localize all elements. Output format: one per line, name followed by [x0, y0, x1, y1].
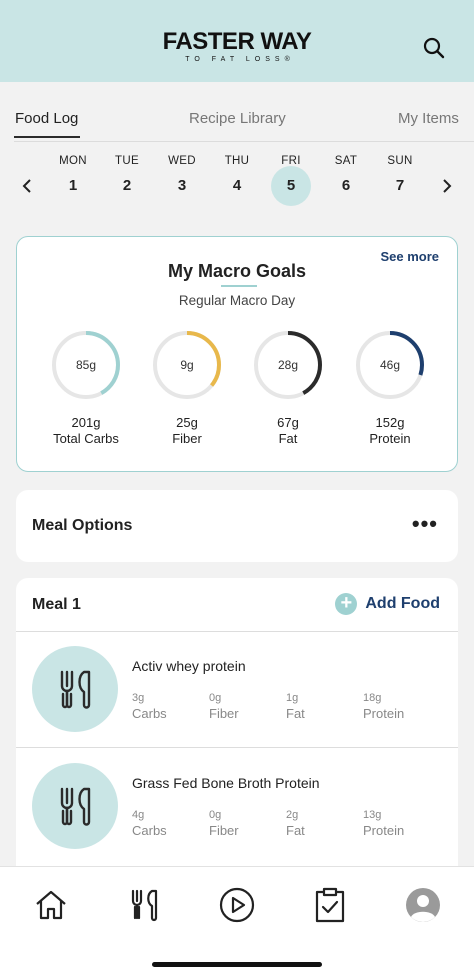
active-tab-indicator — [14, 136, 80, 138]
macro-label: Protein — [369, 431, 411, 446]
nutrient-fat: 2g Fat — [286, 809, 305, 838]
chevron-right-icon[interactable] — [438, 178, 454, 194]
nutrient-protein: 18g Protein — [363, 692, 404, 721]
add-food-button[interactable]: + Add Food — [335, 592, 440, 616]
macro-label: Fiber — [172, 431, 202, 446]
macro-goal: 67g — [277, 415, 299, 430]
nutrient-value: 18g — [363, 692, 382, 704]
progress-ring: 28g — [252, 329, 324, 401]
nutrient-value: 0g — [209, 692, 222, 704]
macro-label: Fat — [278, 431, 298, 446]
day-number: 2 — [122, 177, 132, 194]
bottom-nav — [0, 866, 474, 972]
macro-goals-card: See more My Macro Goals Regular Macro Da… — [16, 236, 458, 472]
nutrient-value: 13g — [363, 809, 382, 821]
meal-options-title: Meal Options — [32, 517, 133, 534]
week-selector: MON 1 TUE 2 WED 3 THU 4 FRI 5 SAT 6 SUN … — [0, 150, 474, 222]
nutrient-value: 3g — [132, 692, 145, 704]
home-indicator — [152, 962, 322, 967]
day-tue[interactable]: TUE 2 — [107, 150, 147, 222]
chevron-left-icon[interactable] — [20, 178, 36, 194]
macro-protein[interactable]: 46g 152g Protein — [353, 329, 427, 447]
tabs-divider — [14, 141, 474, 142]
plus-circle-icon: + — [335, 593, 358, 615]
nutrient-value: 0g — [209, 809, 222, 821]
search-icon[interactable] — [422, 36, 446, 60]
macro-consumed: 28g — [277, 358, 299, 372]
progress-ring: 9g — [151, 329, 223, 401]
day-mon[interactable]: MON 1 — [53, 150, 93, 222]
nutrient-fiber: 0g Fiber — [209, 809, 239, 838]
meal-options-card[interactable]: Meal Options ••• — [16, 490, 458, 562]
progress-ring: 46g — [354, 329, 426, 401]
nutrient-fiber: 0g Fiber — [209, 692, 239, 721]
day-sat[interactable]: SAT 6 — [326, 150, 366, 222]
day-number: 3 — [177, 177, 187, 194]
play-icon[interactable] — [219, 887, 255, 923]
nutrient-label: Carbs — [132, 706, 167, 721]
nutrient-value: 4g — [132, 809, 145, 821]
title-underline — [221, 285, 257, 287]
nutrient-label: Fiber — [209, 823, 239, 838]
macro-day-type: Regular Macro Day — [178, 293, 296, 308]
clipboard-check-icon[interactable] — [312, 887, 348, 923]
macro-goals-title: My Macro Goals — [167, 261, 307, 281]
day-sun[interactable]: SUN 7 — [380, 150, 420, 222]
nutrient-label: Carbs — [132, 823, 167, 838]
fork-knife-icon — [32, 646, 118, 732]
macro-consumed: 85g — [75, 358, 97, 372]
day-number: 7 — [395, 177, 405, 194]
day-number: 4 — [232, 177, 242, 194]
nutrient-label: Fat — [286, 706, 305, 721]
food-item[interactable]: Grass Fed Bone Broth Protein 4g Carbs 0g… — [16, 749, 458, 865]
tab-food-log[interactable]: Food Log — [15, 110, 78, 127]
nutrient-label: Fiber — [209, 706, 239, 721]
food-name: Grass Fed Bone Broth Protein — [132, 775, 320, 791]
day-fri[interactable]: FRI 5 — [271, 150, 311, 222]
faster-way-logo: FASTER WAY TO FAT LOSS® — [0, 28, 474, 64]
nutrient-carbs: 4g Carbs — [132, 809, 167, 838]
progress-ring: 85g — [50, 329, 122, 401]
tab-bar: Food Log Recipe Library My Items — [0, 104, 474, 144]
divider — [16, 747, 458, 748]
macro-consumed: 46g — [379, 358, 401, 372]
nutrient-protein: 13g Protein — [363, 809, 404, 838]
macro-consumed: 9g — [180, 358, 194, 372]
nutrient-fat: 1g Fat — [286, 692, 305, 721]
nutrient-value: 1g — [286, 692, 299, 704]
fork-knife-icon[interactable] — [126, 887, 162, 923]
day-number: 6 — [341, 177, 351, 194]
macro-goal: 25g — [176, 415, 198, 430]
app-header: FASTER WAY TO FAT LOSS® — [0, 0, 474, 82]
macro-fat[interactable]: 28g 67g Fat — [251, 329, 325, 447]
logo-tagline: TO FAT LOSS® — [185, 56, 295, 63]
macro-label: Total Carbs — [53, 431, 119, 446]
meal-card: Meal 1 + Add Food Activ whey protein 3g … — [16, 578, 458, 878]
food-name: Activ whey protein — [132, 658, 246, 674]
day-number-selected: 5 — [271, 166, 311, 206]
tab-my-items[interactable]: My Items — [398, 110, 459, 127]
macro-fiber[interactable]: 9g 25g Fiber — [150, 329, 224, 447]
nutrient-label: Fat — [286, 823, 305, 838]
day-number: 1 — [68, 177, 78, 194]
macro-goal: 152g — [375, 415, 405, 430]
nutrient-carbs: 3g Carbs — [132, 692, 167, 721]
food-item[interactable]: Activ whey protein 3g Carbs 0g Fiber 1g … — [16, 632, 458, 748]
nutrient-value: 2g — [286, 809, 299, 821]
fork-knife-icon — [32, 763, 118, 849]
tab-recipe-library[interactable]: Recipe Library — [189, 110, 286, 127]
nutrient-label: Protein — [363, 706, 405, 721]
macro-carbs[interactable]: 85g 201g Total Carbs — [49, 329, 123, 447]
profile-icon[interactable] — [405, 887, 441, 923]
home-icon[interactable] — [33, 887, 69, 923]
day-wed[interactable]: WED 3 — [162, 150, 202, 222]
macro-goal: 201g — [71, 415, 101, 430]
logo-title: FASTER WAY — [162, 28, 312, 55]
add-food-label: Add Food — [365, 595, 440, 612]
more-options-icon[interactable]: ••• — [412, 513, 438, 535]
day-thu[interactable]: THU 4 — [217, 150, 257, 222]
nutrient-label: Protein — [363, 823, 405, 838]
meal-title: Meal 1 — [32, 596, 81, 613]
